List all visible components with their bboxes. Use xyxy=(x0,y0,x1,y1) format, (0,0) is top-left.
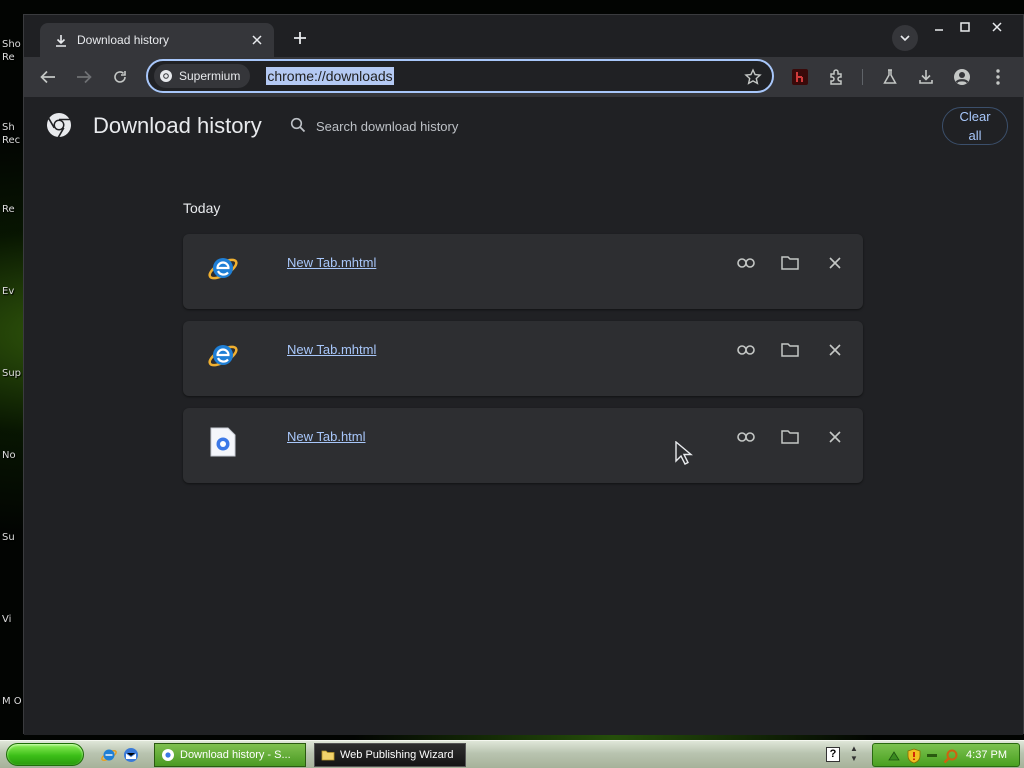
date-section-label: Today xyxy=(183,200,221,216)
search-placeholder: Search download history xyxy=(316,118,459,134)
profile-avatar-icon[interactable] xyxy=(948,63,976,91)
reload-button[interactable] xyxy=(106,63,134,91)
desktop-icon-label[interactable]: Re xyxy=(2,203,24,216)
taskbar-task-web-publishing-wizard[interactable]: Web Publishing Wizard xyxy=(314,743,466,767)
download-file-link[interactable]: New Tab.mhtml xyxy=(287,255,376,270)
clock: 4:37 PM xyxy=(966,749,1007,761)
h-extension-icon[interactable] xyxy=(786,63,814,91)
desktop-icon-label[interactable]: Sho Re xyxy=(2,38,24,64)
supermium-icon xyxy=(162,749,174,761)
copy-link-icon[interactable] xyxy=(734,251,758,275)
download-file-link[interactable]: New Tab.html xyxy=(287,429,366,444)
desktop-icon-label[interactable]: Sh Rec xyxy=(2,121,24,147)
outlook-express-icon[interactable] xyxy=(122,746,140,764)
mouse-cursor-icon xyxy=(675,441,693,465)
chrome-logo-icon xyxy=(46,112,72,138)
desktop-icon-label[interactable]: Su xyxy=(2,531,24,544)
internet-explorer-icon xyxy=(205,337,241,373)
page-title: Download history xyxy=(93,113,262,138)
taskbar-task-download-history[interactable]: Download history - S... xyxy=(154,743,306,767)
forward-button[interactable] xyxy=(70,63,98,91)
task-label: Web Publishing Wizard xyxy=(340,749,454,761)
search-downloads-input[interactable]: Search download history xyxy=(280,109,936,143)
desktop-icon-label[interactable]: Ev xyxy=(2,285,24,298)
copy-link-icon[interactable] xyxy=(734,338,758,362)
help-icon[interactable]: ? xyxy=(826,747,840,762)
start-button[interactable] xyxy=(6,743,84,766)
downloads-header: Download history Search download history… xyxy=(24,97,1023,153)
supermium-icon xyxy=(158,68,174,84)
download-file-link[interactable]: New Tab.mhtml xyxy=(287,342,376,357)
show-in-folder-icon[interactable] xyxy=(778,338,802,362)
minimize-button[interactable] xyxy=(926,17,952,37)
tab-search-button[interactable] xyxy=(892,25,918,51)
search-tray-icon[interactable] xyxy=(943,748,959,764)
volume-icon[interactable] xyxy=(927,754,937,757)
url-text[interactable]: chrome://downloads xyxy=(266,67,394,85)
downloads-icon[interactable] xyxy=(912,63,940,91)
download-icon xyxy=(54,33,68,47)
toolbar-divider xyxy=(862,69,863,85)
search-icon xyxy=(290,117,308,135)
browser-window: Download history Supermium chrome://down… xyxy=(23,14,1024,735)
site-chip-label: Supermium xyxy=(179,69,241,83)
system-tray: 4:37 PM xyxy=(872,743,1020,767)
download-item: New Tab.mhtml xyxy=(183,234,863,309)
downloads-page: Download history Search download history… xyxy=(24,97,1023,735)
title-bar: Download history xyxy=(24,15,1023,57)
copy-link-icon[interactable] xyxy=(734,425,758,449)
address-bar[interactable]: Supermium chrome://downloads xyxy=(146,59,774,93)
internet-explorer-icon[interactable] xyxy=(100,746,118,764)
download-item: New Tab.html xyxy=(183,408,863,483)
tab-title: Download history xyxy=(77,33,170,47)
labs-flask-icon[interactable] xyxy=(876,63,904,91)
show-in-folder-icon[interactable] xyxy=(778,251,802,275)
download-item: New Tab.mhtml xyxy=(183,321,863,396)
maximize-button[interactable] xyxy=(952,17,978,37)
desktop-icon-label[interactable]: No xyxy=(2,449,24,462)
show-in-folder-icon[interactable] xyxy=(778,425,802,449)
tray-expand-icon[interactable]: ▲ ▼ xyxy=(848,744,860,764)
extensions-puzzle-icon[interactable] xyxy=(823,63,851,91)
security-shield-icon[interactable] xyxy=(907,748,921,764)
menu-kebab-icon[interactable] xyxy=(984,63,1012,91)
desktop-icon-label[interactable]: Sup xyxy=(2,367,24,380)
remove-item-icon[interactable] xyxy=(823,425,847,449)
toolbar: Supermium chrome://downloads xyxy=(24,57,1023,97)
remove-item-icon[interactable] xyxy=(823,251,847,275)
desktop-icon-label[interactable]: Vi xyxy=(2,613,24,626)
internet-explorer-icon xyxy=(205,250,241,286)
tab-download-history[interactable]: Download history xyxy=(40,23,274,57)
taskbar: Download history - S... Web Publishing W… xyxy=(0,740,1024,768)
close-window-button[interactable] xyxy=(984,17,1010,37)
network-icon[interactable] xyxy=(887,749,901,763)
clear-all-button[interactable]: Clear all xyxy=(942,107,1008,145)
html-file-icon xyxy=(205,424,241,460)
bookmark-star-icon[interactable] xyxy=(744,68,762,86)
tab-close-icon[interactable] xyxy=(248,31,266,49)
back-button[interactable] xyxy=(34,63,62,91)
remove-item-icon[interactable] xyxy=(823,338,847,362)
desktop-icon-label[interactable]: M O xyxy=(2,695,24,708)
site-info-chip[interactable]: Supermium xyxy=(154,64,251,88)
new-tab-button[interactable] xyxy=(288,26,312,50)
task-label: Download history - S... xyxy=(180,749,291,761)
folder-icon xyxy=(321,750,335,761)
